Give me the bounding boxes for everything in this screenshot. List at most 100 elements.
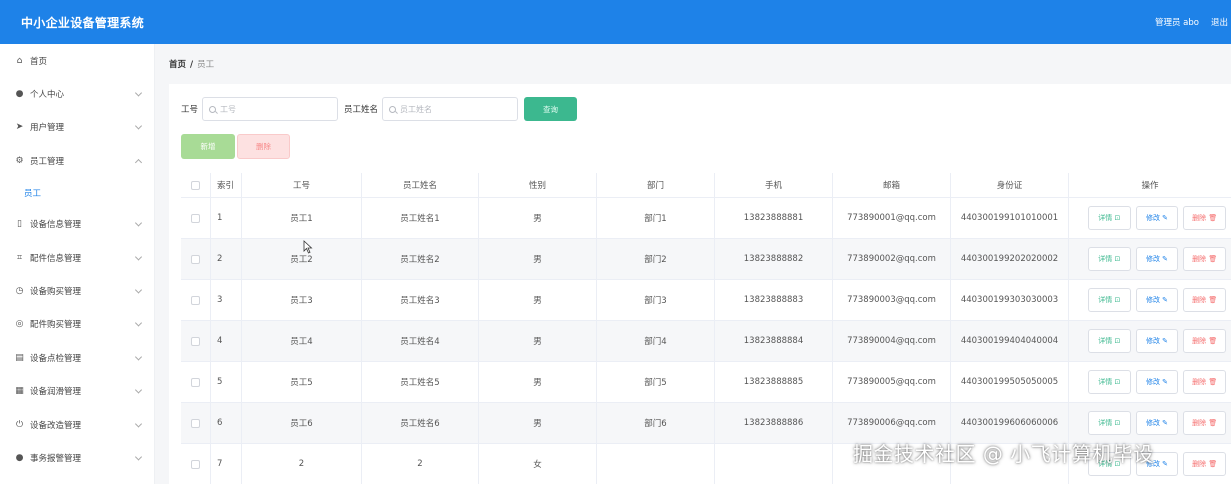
cell-no: 员工2	[242, 239, 362, 279]
cell-dept: 部门5	[597, 362, 715, 402]
cell-name: 员工姓名1	[362, 198, 479, 238]
table-row: 2 员工2 员工姓名2 男部门2 13823888882 773890002@qq.com…	[181, 239, 1231, 280]
cell-sex: 男	[479, 280, 597, 320]
delete-button[interactable]: 删除 🗑	[1183, 411, 1227, 435]
sidebar-item-7[interactable]: ◎ 配件购买管理	[0, 308, 154, 341]
detail-button[interactable]: 详情 ⊡	[1088, 206, 1131, 230]
cell-sex: 女	[479, 444, 597, 484]
emp-no-placeholder: 工号	[220, 104, 237, 114]
cell-no: 2	[242, 444, 362, 484]
sidebar-item-6[interactable]: ◷ 设备购买管理	[0, 274, 154, 307]
sidebar-item-3[interactable]: ⚙ 员工管理	[0, 144, 154, 177]
detail-button[interactable]: 详情 ⊡	[1088, 247, 1131, 271]
detail-button[interactable]: 详情 ⊡	[1088, 411, 1131, 435]
logout-link[interactable]: 退出	[1211, 16, 1231, 28]
cell-no: 员工1	[242, 198, 362, 238]
cell-email: 773890005@qq.com	[833, 362, 951, 402]
grid-icon: ▦	[15, 386, 24, 397]
sidebar-item-8[interactable]: ▤ 设备点检管理	[0, 341, 154, 374]
admin-user-label[interactable]: 管理员 abo	[1155, 16, 1199, 28]
table-row: 5 员工5 员工姓名5 男部门5 13823888885 773890005@qq.com…	[181, 362, 1231, 403]
cell-dept: 部门2	[597, 239, 715, 279]
row-checkbox-cell	[181, 403, 211, 443]
row-checkbox[interactable]	[191, 377, 200, 387]
edit-button[interactable]: 修改 ✎	[1135, 247, 1179, 271]
watermark-text: 掘金技术社区 @ 小飞计算机毕设	[853, 442, 1154, 466]
sidebar-item-label: 设备改造管理	[30, 420, 82, 431]
sidebar-item-4[interactable]: ▯ 设备信息管理	[0, 208, 154, 241]
detail-button[interactable]: 详情 ⊡	[1088, 329, 1131, 353]
select-all-checkbox[interactable]	[191, 180, 200, 190]
cell-sex: 男	[479, 321, 597, 361]
row-checkbox[interactable]	[191, 254, 200, 264]
cell-dept: 部门6	[597, 403, 715, 443]
row-checkbox[interactable]	[191, 459, 200, 469]
delete-button[interactable]: 删除 🗑	[1183, 452, 1227, 476]
cell-sex: 男	[479, 362, 597, 402]
cell-idx: 2	[211, 239, 242, 279]
sidebar-item-0[interactable]: ⌂ 首页	[0, 44, 154, 77]
cell-name: 员工姓名5	[362, 362, 479, 402]
emp-name-input[interactable]: 员工姓名	[382, 97, 519, 121]
chevron-down-icon	[134, 453, 143, 461]
row-checkbox-cell	[181, 444, 211, 484]
row-checkbox[interactable]	[191, 213, 200, 223]
main-content: 首页 / 员工 工号 工号 员工姓名 员工姓名 查询 新增 删除 索引 工号 员工姓名性…	[155, 44, 1231, 484]
sidebar-item-1[interactable]: ● 个人中心	[0, 77, 154, 110]
edit-button[interactable]: 修改 ✎	[1135, 288, 1179, 312]
header-user-area: 管理员 abo 退出	[1143, 0, 1231, 44]
content-panel: 工号 工号 员工姓名 员工姓名 查询 新增 删除 索引 工号 员工姓名 性别 部门 手机邮…	[169, 84, 1231, 484]
chevron-down-icon	[134, 353, 143, 361]
delete-button[interactable]: 删除 🗑	[1183, 206, 1227, 230]
chevron-down-icon	[134, 319, 143, 327]
delete-button[interactable]: 删除 🗑	[1183, 288, 1227, 312]
sidebar-item-5[interactable]: ⌗ 配件信息管理	[0, 241, 154, 274]
sidebar-item-9[interactable]: ▦ 设备润滑管理	[0, 375, 154, 408]
row-checkbox-cell	[181, 321, 211, 361]
row-checkbox[interactable]	[191, 336, 200, 346]
emp-no-input[interactable]: 工号	[202, 97, 339, 121]
chevron-down-icon	[134, 89, 143, 97]
sidebar-subitem-employee[interactable]: 员工	[0, 178, 154, 208]
cell-sex: 男	[479, 198, 597, 238]
edit-button[interactable]: 修改 ✎	[1135, 206, 1179, 230]
cell-phone: 13823888882	[715, 239, 833, 279]
row-checkbox[interactable]	[191, 418, 200, 428]
detail-button[interactable]: 详情 ⊡	[1088, 288, 1131, 312]
delete-button[interactable]: 删除 🗑	[1183, 329, 1227, 353]
sidebar-item-label: 设备点检管理	[30, 353, 82, 364]
add-button[interactable]: 新增	[181, 134, 235, 159]
edit-button[interactable]: 修改 ✎	[1135, 411, 1179, 435]
batch-delete-button[interactable]: 删除	[237, 134, 290, 159]
cell-idx: 3	[211, 280, 242, 320]
delete-button[interactable]: 删除 🗑	[1183, 370, 1227, 394]
cell-phone: 13823888885	[715, 362, 833, 402]
edit-button[interactable]: 修改 ✎	[1135, 370, 1179, 394]
cell-name: 员工姓名6	[362, 403, 479, 443]
chevron-up-icon	[134, 158, 143, 166]
column-header: 工号	[242, 173, 362, 197]
detail-button[interactable]: 详情 ⊡	[1088, 370, 1131, 394]
cell-id: 440300199505050005	[951, 362, 1069, 402]
row-checkbox[interactable]	[191, 295, 200, 305]
delete-button[interactable]: 删除 🗑	[1183, 247, 1227, 271]
cell-email: 773890003@qq.com	[833, 280, 951, 320]
sidebar-item-10[interactable]: ⏻ 设备改造管理	[0, 408, 154, 441]
column-header: 部门	[597, 173, 715, 197]
cell-dept: 部门1	[597, 198, 715, 238]
breadcrumb-home[interactable]: 首页	[169, 60, 186, 70]
search-button[interactable]: 查询	[524, 97, 578, 121]
crop-icon: ⌗	[16, 252, 23, 263]
emp-name-label: 员工姓名	[344, 105, 379, 115]
sidebar-item-label: 员工管理	[30, 156, 65, 167]
cell-id: 440300199404040004	[951, 321, 1069, 361]
sidebar-item-11[interactable]: ● 事务报警管理	[0, 441, 154, 474]
table-row: 4 员工4 员工姓名4 男部门4 13823888884 773890004@qq.com…	[181, 321, 1231, 362]
edit-button[interactable]: 修改 ✎	[1135, 329, 1179, 353]
cell-idx: 5	[211, 362, 242, 402]
settings-icon: ⚙	[15, 155, 24, 166]
sidebar-item-2[interactable]: ➤ 用户管理	[0, 111, 154, 144]
cell-operations: 详情 ⊡ 修改 ✎ 删除 🗑	[1069, 280, 1231, 320]
top-header: 中小企业设备管理系统 管理员 abo 退出	[0, 0, 1231, 44]
sidebar-item-label: 事务报警管理	[30, 453, 82, 464]
